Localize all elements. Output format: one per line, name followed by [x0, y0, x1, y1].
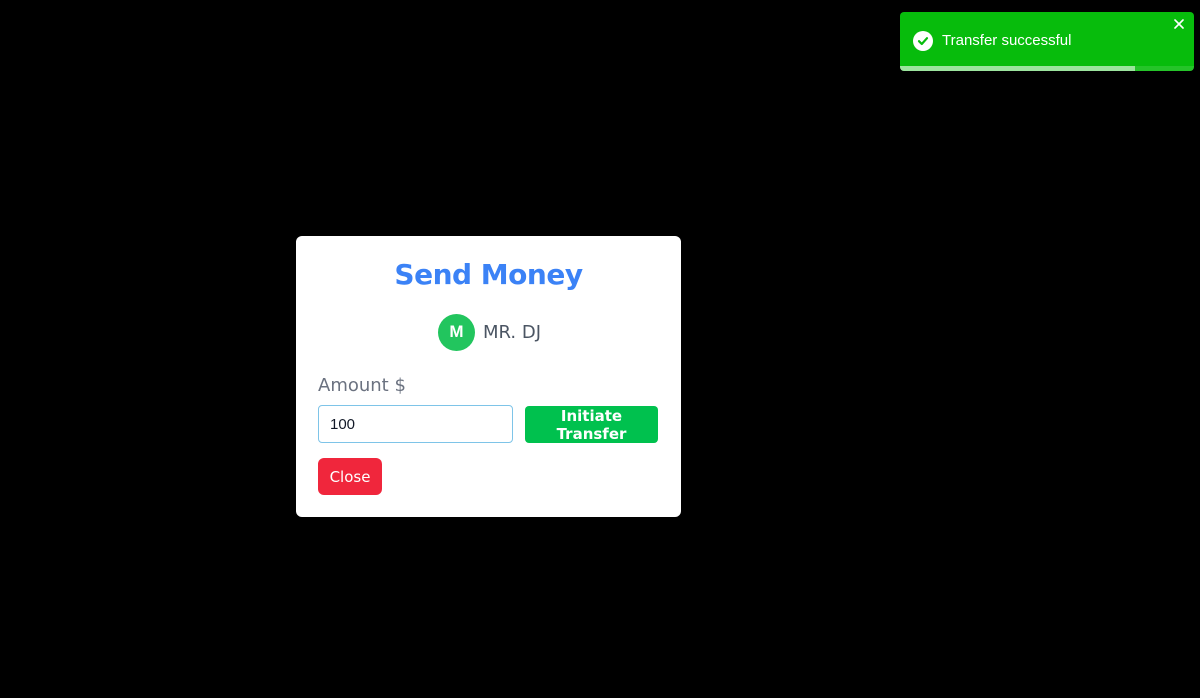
recipient-info: M MR. DJ [438, 313, 542, 351]
close-icon[interactable] [1172, 17, 1186, 31]
amount-label: Amount $ [318, 375, 406, 396]
recipient-name: MR. DJ [483, 321, 542, 343]
amount-input[interactable] [318, 405, 513, 443]
check-circle-icon [913, 31, 933, 51]
success-toast[interactable]: Transfer successful [900, 12, 1194, 71]
toast-message: Transfer successful [942, 32, 1072, 49]
initiate-transfer-button[interactable]: Initiate Transfer [525, 406, 658, 443]
modal-title: Send Money [394, 258, 583, 291]
toast-progress-bar [900, 66, 1136, 71]
send-money-modal: Send Money M MR. DJ Amount $ Initiate Tr… [296, 236, 681, 517]
avatar: M [438, 313, 475, 351]
close-button[interactable]: Close [318, 458, 382, 495]
